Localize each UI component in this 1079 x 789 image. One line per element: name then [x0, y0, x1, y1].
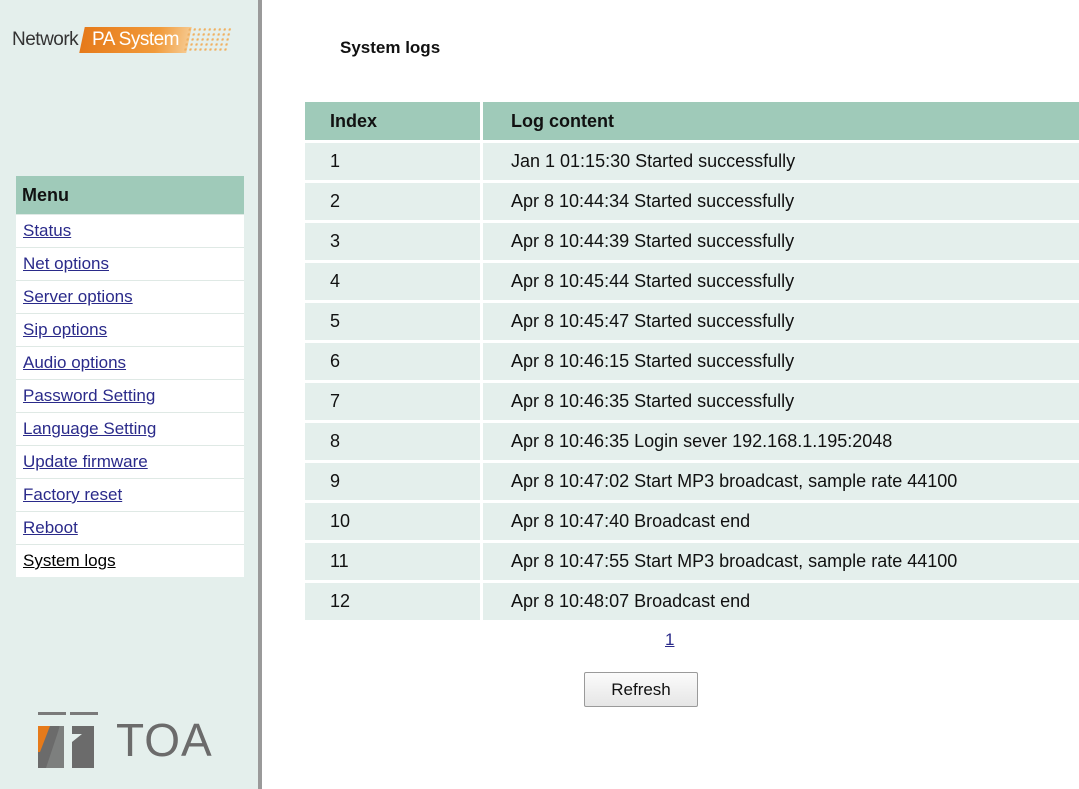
- table-row: 12 Apr 8 10:48:07 Broadcast end: [305, 580, 1079, 620]
- toa-logo: TOA: [38, 698, 228, 768]
- table-row: 11 Apr 8 10:47:55 Start MP3 broadcast, s…: [305, 540, 1079, 580]
- row-index: 12: [305, 580, 480, 620]
- table-row: 1 Jan 1 01:15:30 Started successfully: [305, 140, 1079, 180]
- menu-item-factory-reset[interactable]: Factory reset: [16, 478, 244, 511]
- row-index: 5: [305, 300, 480, 340]
- row-log-content: Apr 8 10:46:35 Started successfully: [480, 380, 1079, 420]
- row-index: 11: [305, 540, 480, 580]
- table-row: 5 Apr 8 10:45:47 Started successfully: [305, 300, 1079, 340]
- column-header-log-content: Log content: [480, 102, 1079, 140]
- row-index: 8: [305, 420, 480, 460]
- network-pa-system-logo: Network PA System: [12, 26, 248, 54]
- row-index: 10: [305, 500, 480, 540]
- logo-text-pa-system: PA System: [79, 27, 192, 53]
- table-header-row: Index Log content: [305, 102, 1079, 140]
- page-link-1[interactable]: 1: [665, 630, 674, 650]
- menu-header: Menu: [16, 176, 244, 214]
- menu-item-server-options[interactable]: Server options: [16, 280, 244, 313]
- table-row: 9 Apr 8 10:47:02 Start MP3 broadcast, sa…: [305, 460, 1079, 500]
- table-row: 4 Apr 8 10:45:44 Started successfully: [305, 260, 1079, 300]
- row-log-content: Apr 8 10:48:07 Broadcast end: [480, 580, 1079, 620]
- row-index: 1: [305, 140, 480, 180]
- menu-item-password-setting[interactable]: Password Setting: [16, 379, 244, 412]
- refresh-button[interactable]: Refresh: [584, 672, 698, 707]
- row-index: 3: [305, 220, 480, 260]
- menu-item-reboot[interactable]: Reboot: [16, 511, 244, 544]
- row-index: 2: [305, 180, 480, 220]
- sidebar-divider: [258, 0, 262, 789]
- menu-item-audio-options[interactable]: Audio options: [16, 346, 244, 379]
- table-row: 6 Apr 8 10:46:15 Started successfully: [305, 340, 1079, 380]
- row-log-content: Apr 8 10:47:02 Start MP3 broadcast, samp…: [480, 460, 1079, 500]
- logo-dots-decoration: [182, 27, 232, 53]
- table-row: 8 Apr 8 10:46:35 Login sever 192.168.1.1…: [305, 420, 1079, 460]
- menu-item-status[interactable]: Status: [16, 214, 244, 247]
- row-log-content: Jan 1 01:15:30 Started successfully: [480, 140, 1079, 180]
- table-row: 7 Apr 8 10:46:35 Started successfully: [305, 380, 1079, 420]
- table-row: 3 Apr 8 10:44:39 Started successfully: [305, 220, 1079, 260]
- menu-item-language-setting[interactable]: Language Setting: [16, 412, 244, 445]
- table-row: 10 Apr 8 10:47:40 Broadcast end: [305, 500, 1079, 540]
- row-log-content: Apr 8 10:47:40 Broadcast end: [480, 500, 1079, 540]
- column-header-index: Index: [305, 102, 480, 140]
- page-title: System logs: [340, 38, 441, 57]
- row-log-content: Apr 8 10:45:44 Started successfully: [480, 260, 1079, 300]
- menu-item-system-logs[interactable]: System logs: [16, 544, 244, 577]
- toa-wordmark: TOA: [116, 714, 213, 766]
- row-log-content: Apr 8 10:44:34 Started successfully: [480, 180, 1079, 220]
- menu-item-update-firmware[interactable]: Update firmware: [16, 445, 244, 478]
- row-log-content: Apr 8 10:45:47 Started successfully: [480, 300, 1079, 340]
- sidebar: Network PA System Menu Status Net option…: [0, 0, 258, 789]
- row-index: 4: [305, 260, 480, 300]
- system-logs-table: Index Log content 1 Jan 1 01:15:30 Start…: [305, 102, 1079, 620]
- row-index: 6: [305, 340, 480, 380]
- row-log-content: Apr 8 10:46:35 Login sever 192.168.1.195…: [480, 420, 1079, 460]
- row-log-content: Apr 8 10:47:55 Start MP3 broadcast, samp…: [480, 540, 1079, 580]
- menu: Menu Status Net options Server options S…: [16, 176, 244, 577]
- row-log-content: Apr 8 10:44:39 Started successfully: [480, 220, 1079, 260]
- table-row: 2 Apr 8 10:44:34 Started successfully: [305, 180, 1079, 220]
- row-log-content: Apr 8 10:46:15 Started successfully: [480, 340, 1079, 380]
- menu-item-sip-options[interactable]: Sip options: [16, 313, 244, 346]
- toa-mark-icon: [38, 712, 98, 768]
- row-index: 9: [305, 460, 480, 500]
- menu-item-net-options[interactable]: Net options: [16, 247, 244, 280]
- logo-text-network: Network: [12, 29, 79, 50]
- row-index: 7: [305, 380, 480, 420]
